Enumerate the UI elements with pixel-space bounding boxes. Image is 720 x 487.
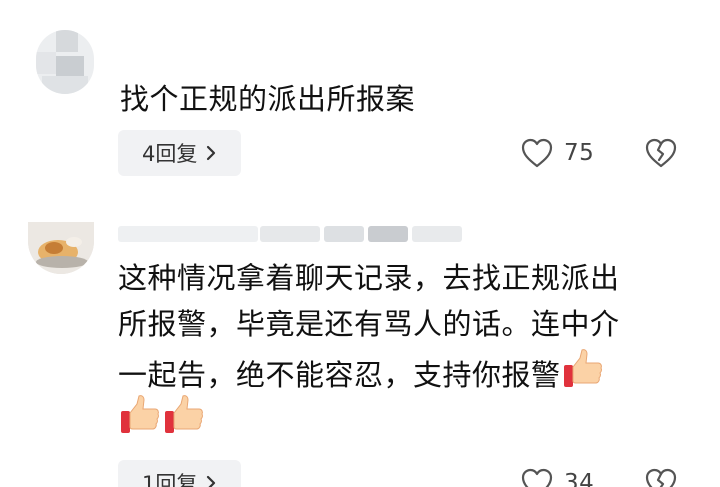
- thumbs-up-icon: [563, 349, 602, 387]
- username-blurred[interactable]: [118, 222, 463, 244]
- comment-emoji-line: [118, 393, 678, 439]
- comment-text-line: 这种情况拿着聊天记录，去找正规派出: [118, 261, 620, 295]
- chevron-right-icon: [207, 475, 216, 487]
- comment-text: 找个正规的派出所报案: [120, 82, 416, 116]
- heart-icon: [521, 468, 553, 487]
- reply-button[interactable]: 4回复: [118, 130, 242, 176]
- reply-label: 4回复: [142, 142, 198, 166]
- like-count: 75: [564, 140, 595, 166]
- like-button[interactable]: 34: [520, 460, 594, 487]
- comment-text-line: 所报警，毕竟是还有骂人的话。连中介: [118, 307, 620, 341]
- username-blurred[interactable]: [120, 54, 380, 64]
- chevron-right-icon: [207, 145, 216, 161]
- heart-icon: [521, 138, 553, 168]
- reply-label: 1回复: [142, 472, 198, 487]
- reply-button[interactable]: 1回复: [118, 460, 242, 487]
- comment-text: 这种情况拿着聊天记录，去找正规派出 所报警，毕竟是还有骂人的话。连中介 一起告，…: [118, 255, 678, 439]
- thumbs-up-icon: [121, 395, 159, 433]
- broken-heart-icon[interactable]: [644, 137, 678, 169]
- like-count: 34: [564, 470, 595, 487]
- broken-heart-icon[interactable]: [644, 467, 678, 487]
- avatar[interactable]: [36, 30, 94, 94]
- thumbs-up-icon: [165, 395, 203, 433]
- avatar[interactable]: [28, 222, 94, 274]
- comment-text-line: 一起告，绝不能容忍，支持你报警: [118, 347, 678, 393]
- avatar-image: [28, 222, 94, 274]
- like-button[interactable]: 75: [520, 130, 594, 176]
- comment-list: 找个正规的派出所报案 4回复 75 这种情况拿着聊天记录，去找正规派出 所报警，…: [0, 0, 720, 487]
- comment-text-fragment: 一起告，绝不能容忍，支持你报警: [118, 358, 561, 392]
